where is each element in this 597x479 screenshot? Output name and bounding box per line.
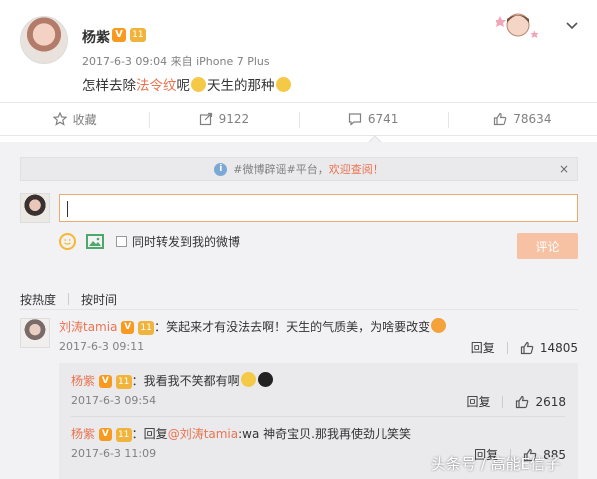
like-button[interactable]: 78634	[447, 103, 597, 135]
rumor-notice-bar: i #微博辟谣#平台， 欢迎查阅！ ×	[20, 157, 578, 181]
emoji-icon	[240, 372, 256, 387]
comment-icon	[348, 113, 361, 126]
comment-input[interactable]	[59, 194, 578, 222]
emoji-picker-icon[interactable]	[59, 233, 76, 250]
weibo-post: 杨紫 V 11 2017-6-3 09:04 来自 iPhone 7 Plus …	[0, 0, 597, 102]
sort-by-time-tab[interactable]: 按时间	[81, 291, 117, 308]
decoration-sticker-icon	[496, 13, 539, 38]
commenter-avatar[interactable]	[20, 318, 50, 348]
image-upload-icon[interactable]	[86, 234, 104, 249]
verified-badge[interactable]: V	[121, 321, 135, 334]
repost-checkbox-label[interactable]: 同时转发到我的微博	[132, 233, 240, 250]
post-action-bar: 收藏 9122 6741 78634	[0, 102, 597, 136]
close-icon[interactable]: ×	[559, 162, 569, 176]
current-user-avatar[interactable]	[20, 193, 50, 223]
author-name[interactable]: 杨紫	[82, 27, 110, 47]
reply-date: 2017-6-3 09:54	[71, 394, 157, 407]
notice-link[interactable]: 欢迎查阅！	[329, 161, 384, 177]
thumbs-up-icon[interactable]	[520, 341, 534, 355]
verified-badge[interactable]: V	[98, 375, 112, 388]
vip-badge[interactable]: 11	[115, 427, 132, 442]
author-avatar[interactable]	[20, 16, 68, 64]
action-divider	[502, 395, 504, 408]
notice-prefix[interactable]: #微博辟谣#平台，	[233, 161, 328, 177]
favorite-button[interactable]: 收藏	[0, 103, 149, 135]
chevron-down-icon[interactable]	[566, 20, 578, 32]
reply-date: 2017-6-3 11:09	[71, 447, 157, 460]
submit-comment-button[interactable]: 评论	[517, 233, 578, 259]
thumbs-up-icon	[494, 112, 507, 126]
comment-actions: 回复 14805	[471, 339, 578, 356]
vip-badge[interactable]: 11	[115, 374, 132, 389]
info-icon: i	[214, 162, 228, 176]
verified-badge[interactable]: V	[112, 27, 126, 42]
reply-text: 杨紫 V 11 ：我看我不笑都有啊	[71, 372, 274, 389]
divider	[20, 309, 578, 310]
watermark: 头条号 / 高能E信子	[431, 455, 561, 473]
reply-text: 杨紫 V 11 ：回复@刘涛tamia:wa 神奇宝贝.那我再使劲儿笑笑	[71, 427, 411, 442]
reply-actions: 回复 2618	[466, 393, 566, 410]
divider	[71, 416, 565, 417]
sort-divider	[68, 293, 70, 305]
comment-date: 2017-6-3 09:11	[59, 340, 145, 353]
text-cursor	[67, 201, 68, 217]
thumbs-up-icon[interactable]	[515, 395, 529, 409]
comment-button[interactable]: 6741	[298, 103, 448, 135]
heart-eyes-emoji-icon	[431, 318, 447, 333]
author-badges: V 11	[112, 27, 146, 42]
repost-checkbox[interactable]	[116, 236, 127, 247]
commenter-name[interactable]: 刘涛tamia	[59, 320, 117, 334]
comment-sort-tabs: 按热度 按时间	[20, 291, 117, 308]
mention-link[interactable]: @刘涛tamia	[168, 427, 238, 441]
action-divider	[506, 341, 508, 354]
sort-by-hot-tab[interactable]: 按热度	[20, 291, 56, 308]
comment-like-count: 14805	[539, 340, 578, 355]
star-icon	[52, 112, 67, 126]
composer-tools: 同时转发到我的微博	[59, 233, 240, 250]
replier-name[interactable]: 杨紫	[71, 427, 95, 441]
black-face-emoji-icon	[257, 372, 273, 387]
reply-button[interactable]: 回复	[471, 339, 495, 356]
vip-badge[interactable]: 11	[129, 27, 146, 42]
emoji-icon	[191, 77, 206, 92]
replier-name[interactable]: 杨紫	[71, 374, 95, 388]
post-meta: 2017-6-3 09:04 来自 iPhone 7 Plus	[82, 55, 270, 68]
reply-like-count: 2618	[535, 394, 566, 409]
post-link-keyword[interactable]: 法令纹	[136, 78, 177, 94]
vip-badge[interactable]: 11	[138, 320, 155, 335]
emoji-icon	[275, 77, 291, 92]
repost-icon	[199, 112, 212, 126]
comment-text: 刘涛tamia V 11 ：笑起来才有没法去啊！天生的气质美，为啥要改变	[59, 318, 447, 335]
repost-button[interactable]: 9122	[149, 103, 298, 135]
verified-badge[interactable]: V	[98, 428, 112, 441]
reply-button[interactable]: 回复	[466, 393, 490, 410]
post-content: 怎样去除法令纹呢 天生的那种	[82, 74, 292, 94]
